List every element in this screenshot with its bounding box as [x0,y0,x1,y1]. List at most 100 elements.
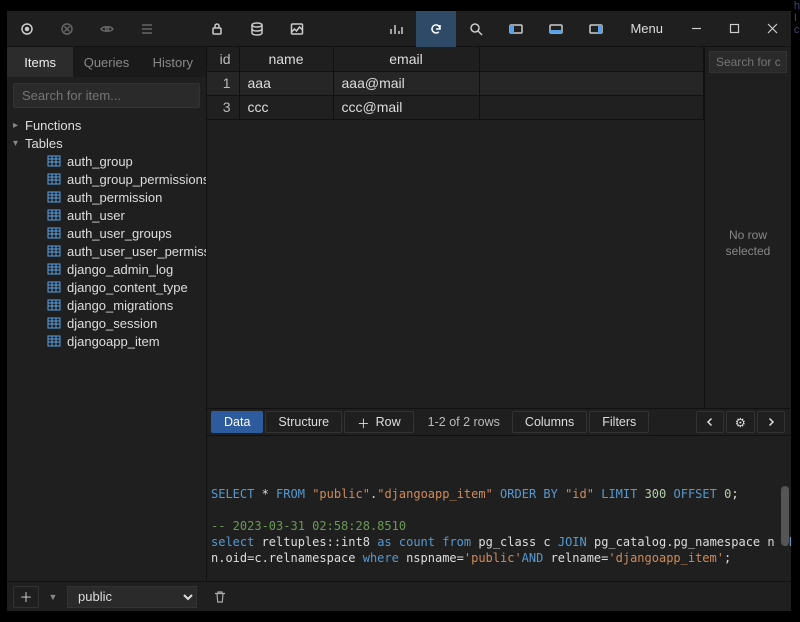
table-row[interactable]: 1aaaaaa@mail [207,71,704,95]
tree-table-item[interactable]: auth_group_permissions [7,170,206,188]
tree-table-label: django_session [67,316,157,331]
no-row-selected: No row selected [705,77,791,408]
search-icon[interactable] [456,11,496,47]
columns-button[interactable]: Columns [512,411,587,433]
tree-table-label: auth_user_groups [67,226,172,241]
table-icon [47,317,61,329]
tree-table-label: django_content_type [67,280,188,295]
tree-table-label: auth_group_permissions [67,172,206,187]
trash-button[interactable] [209,586,231,608]
list-icon[interactable] [127,11,167,47]
tree-table-item[interactable]: auth_user [7,206,206,224]
tree-table-item[interactable]: auth_user_user_permissions [7,242,206,260]
col-header[interactable]: email [333,47,479,71]
tab-data[interactable]: Data [211,411,263,433]
tree-table-label: auth_permission [67,190,162,205]
tree-table-item[interactable]: django_migrations [7,296,206,314]
sidebar: Items Queries History ▸Functions ▾Tables… [7,47,207,581]
tree-table-label: auth_user_user_permissions [67,244,206,259]
table-icon [47,335,61,347]
tab-structure[interactable]: Structure [265,411,342,433]
tree-table-item[interactable]: auth_permission [7,188,206,206]
log-line: n.oid=c.relnamespace where nspname='publ… [211,550,787,566]
cell-id[interactable]: 3 [207,95,239,119]
layout-right-icon[interactable] [576,11,616,47]
filters-button[interactable]: Filters [589,411,649,433]
eye-icon[interactable] [87,11,127,47]
tree-table-item[interactable]: auth_group [7,152,206,170]
gear-icon: ⚙ [735,415,746,430]
statusbar: ＋ ▼ public [7,581,791,611]
schema-select[interactable]: public [67,586,197,608]
right-panel: No row selected [704,47,791,408]
app-window: Menu Items Queries History ▸Functions ▾T… [6,10,792,612]
tree-functions[interactable]: ▸Functions [7,116,206,134]
tree-table-item[interactable]: djangoapp_item [7,332,206,350]
database-icon[interactable] [237,11,277,47]
table-icon [47,173,61,185]
cell-empty [479,71,704,95]
col-header[interactable]: id [207,47,239,71]
add-connection-button[interactable]: ＋ [13,586,39,608]
settings-button[interactable]: ⚙ [726,411,755,433]
table-icon [47,281,61,293]
tree-table-item[interactable]: django_session [7,314,206,332]
col-header[interactable]: name [239,47,333,71]
window-minimize[interactable] [677,11,715,47]
search-column-input[interactable] [709,51,787,73]
window-close[interactable] [753,11,791,47]
lock-icon[interactable] [197,11,237,47]
cell-email[interactable]: ccc@mail [333,95,479,119]
next-page-button[interactable] [757,411,785,433]
cell-empty [479,95,704,119]
table-row[interactable]: 3cccccc@mail [207,95,704,119]
row-count-label: 1-2 of 2 rows [416,415,512,429]
grid-toolbar: Data Structure ＋Row 1-2 of 2 rows Column… [207,408,791,436]
chart-icon[interactable] [376,11,416,47]
tree-table-label: djangoapp_item [67,334,160,349]
search-item-wrap [13,83,200,108]
tree-table-item[interactable]: django_content_type [7,278,206,296]
table-icon [47,263,61,275]
col-header-empty [479,47,704,71]
connection-menu-chevron[interactable]: ▼ [45,586,61,608]
table-icon [47,209,61,221]
menu-button[interactable]: Menu [616,11,677,47]
prev-page-button[interactable] [696,411,724,433]
log-scrollbar[interactable] [781,486,789,546]
sidebar-tabs: Items Queries History [7,47,206,77]
tree-table-label: django_migrations [67,298,173,313]
main-panel: id name email 1aaaaaa@mail3cccccc@mail N… [207,47,791,581]
layout-left-icon[interactable] [496,11,536,47]
tab-items[interactable]: Items [7,47,73,77]
tree-table-label: django_admin_log [67,262,173,277]
cell-email[interactable]: aaa@mail [333,71,479,95]
layout-bottom-icon[interactable] [536,11,576,47]
add-row-button[interactable]: ＋Row [344,411,414,433]
cell-id[interactable]: 1 [207,71,239,95]
log-line [211,502,787,518]
target-icon[interactable] [7,11,47,47]
tree-table-item[interactable]: auth_user_groups [7,224,206,242]
table-icon [47,245,61,257]
table-icon [47,227,61,239]
tree-table-item[interactable]: django_admin_log [7,260,206,278]
table-icon [47,191,61,203]
ext-char: h [794,0,800,12]
data-grid[interactable]: id name email 1aaaaaa@mail3cccccc@mail [207,47,704,408]
cell-name[interactable]: aaa [239,71,333,95]
tab-history[interactable]: History [140,47,206,77]
query-log[interactable]: SELECT * FROM "public"."djangoapp_item" … [207,436,791,581]
refresh-icon[interactable] [416,11,456,47]
tree-table-label: auth_user [67,208,125,223]
log-line [211,566,787,581]
tree-tables[interactable]: ▾Tables [7,134,206,152]
window-maximize[interactable] [715,11,753,47]
plus-icon: ＋ [357,413,370,432]
image-icon[interactable] [277,11,317,47]
search-item-input[interactable] [13,83,200,108]
tab-queries[interactable]: Queries [73,47,139,77]
tree-table-label: auth_group [67,154,133,169]
cancel-circle-icon[interactable] [47,11,87,47]
cell-name[interactable]: ccc [239,95,333,119]
